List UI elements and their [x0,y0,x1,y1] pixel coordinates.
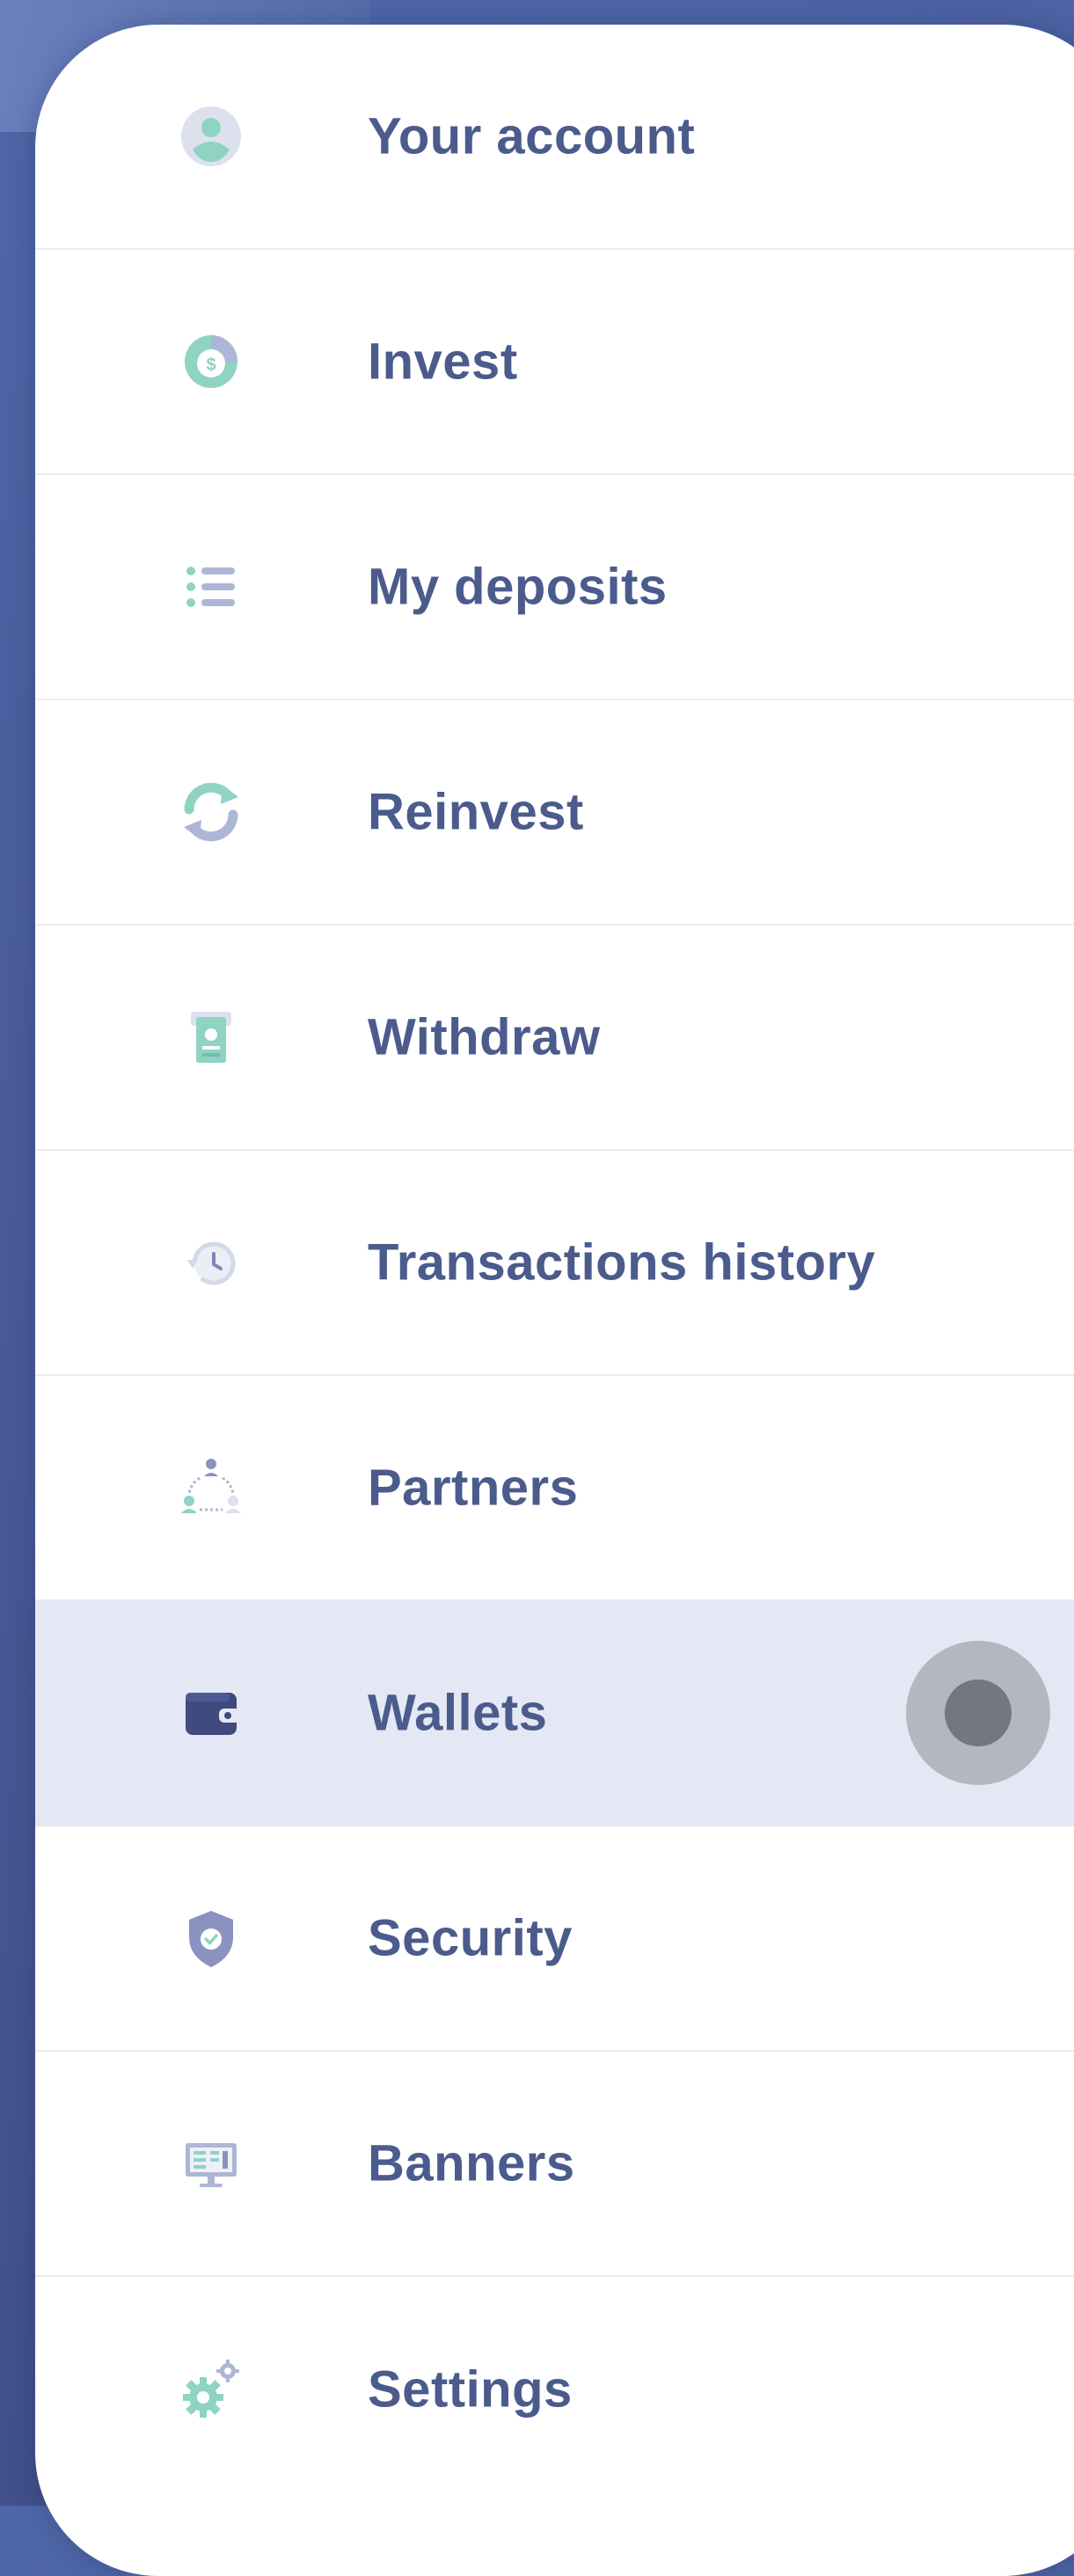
touch-indicator [906,1641,1050,1785]
menu-item-label: Reinvest [368,783,584,841]
menu-item-label: Settings [368,2360,573,2419]
menu-item-label: Invest [368,333,518,391]
menu-item-withdraw[interactable]: Withdraw [35,926,1074,1151]
menu-item-label: Banners [368,2134,575,2192]
menu-item-transactions-history[interactable]: Transactions history [35,1151,1074,1376]
menu-item-label: Transactions history [368,1233,876,1292]
list-icon [172,547,251,626]
menu-item-banners[interactable]: Banners [35,2052,1074,2277]
wallet-icon [172,1673,251,1753]
refresh-icon [172,772,251,852]
svg-text:$: $ [206,355,216,375]
menu-item-reinvest[interactable]: Reinvest [35,700,1074,926]
menu-item-label: Wallets [368,1684,548,1742]
menu-item-my-deposits[interactable]: My deposits [35,475,1074,700]
user-icon [172,97,251,176]
history-icon [172,1223,251,1302]
menu-item-your-account[interactable]: Your account [35,25,1074,250]
menu-item-label: Your account [368,107,696,165]
menu-item-settings[interactable]: Settings [35,2277,1074,2502]
menu-item-security[interactable]: Security [35,1826,1074,2052]
menu-item-invest[interactable]: $ Invest [35,250,1074,475]
gears-icon [172,2350,251,2429]
menu-item-wallets[interactable]: Wallets [35,1601,1074,1826]
menu-item-label: My deposits [368,558,668,616]
menu-item-label: Partners [368,1459,579,1517]
monitor-icon [172,2124,251,2203]
dollar-coin-icon: $ [172,322,251,401]
menu-item-partners[interactable]: Partners [35,1376,1074,1601]
shield-icon [172,1899,251,1978]
menu-item-label: Withdraw [368,1008,601,1066]
menu-item-label: Security [368,1909,573,1967]
partners-icon [172,1448,251,1527]
touch-indicator-dot [945,1680,1012,1746]
withdraw-icon [172,998,251,1077]
navigation-menu-panel: Your account $ Invest My deposits Reinve… [35,25,1074,2576]
